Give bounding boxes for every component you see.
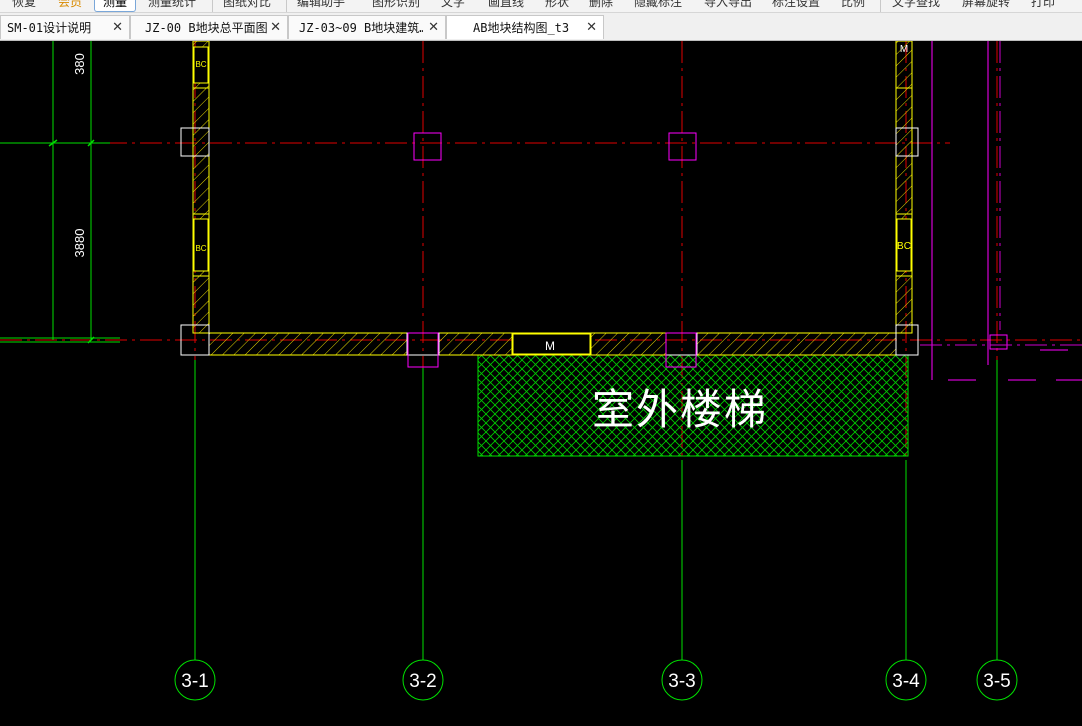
close-icon[interactable]: ✕ bbox=[112, 16, 123, 40]
tab-site-plan[interactable]: JZ-00 B地块总平面图 ✕ bbox=[130, 15, 288, 39]
toolbar-text-search[interactable]: 文字查找 bbox=[892, 0, 940, 11]
toolbar-drawing-compare[interactable]: 图纸对比 bbox=[223, 0, 271, 11]
toolbar-restore[interactable]: 恢复 bbox=[12, 0, 36, 11]
wall-right[interactable] bbox=[895, 41, 913, 334]
wall-bottom[interactable] bbox=[696, 332, 897, 356]
toolbar-separator bbox=[880, 0, 881, 12]
toolbar-scale[interactable]: 比例 bbox=[841, 0, 865, 11]
grid-label: 3-2 bbox=[409, 671, 436, 692]
toolbar-import-export[interactable]: 导入导出 bbox=[704, 0, 752, 11]
grid-label: 3-1 bbox=[181, 671, 208, 692]
toolbar-separator bbox=[286, 0, 287, 12]
wall-tag: BC bbox=[897, 241, 911, 252]
tab-label: AB地块结构图_t3 bbox=[473, 21, 570, 35]
dimension-text: 380 bbox=[72, 53, 87, 75]
toolbar-separator bbox=[212, 0, 213, 12]
main-toolbar: 恢复 会员 测量 测量统计 图纸对比 编辑助手 图形识别 文字 画直线 形状 删… bbox=[0, 0, 1082, 13]
grid-label: 3-4 bbox=[892, 671, 920, 692]
toolbar-shape-recognition[interactable]: 图形识别 bbox=[372, 0, 420, 11]
wall-tag: M bbox=[900, 44, 908, 55]
toolbar-text[interactable]: 文字 bbox=[441, 0, 465, 11]
tab-design-notes[interactable]: SM-01设计说明 ✕ bbox=[0, 15, 130, 39]
tab-structure-active[interactable]: AB地块结构图_t3 ✕ bbox=[446, 15, 604, 39]
toolbar-measure-stats[interactable]: 测量统计 bbox=[148, 0, 196, 11]
toolbar-screen-rotate[interactable]: 屏幕旋转 bbox=[962, 0, 1010, 11]
toolbar-annotation-settings[interactable]: 标注设置 bbox=[772, 0, 820, 11]
close-icon[interactable]: ✕ bbox=[270, 16, 281, 40]
grid-label: 3-3 bbox=[668, 671, 695, 692]
document-tab-bar: SM-01设计说明 ✕ JZ-00 B地块总平面图 ✕ JZ-03~09 B地块… bbox=[0, 13, 1082, 41]
dimension-text: 3880 bbox=[72, 229, 87, 258]
tab-label: JZ-03~09 B地块建筑… bbox=[299, 21, 423, 35]
door-mark: M bbox=[545, 339, 555, 353]
grid-label: 3-5 bbox=[983, 671, 1010, 692]
toolbar-shape[interactable]: 形状 bbox=[545, 0, 569, 11]
toolbar-hide-annotation[interactable]: 隐藏标注 bbox=[634, 0, 682, 11]
close-icon[interactable]: ✕ bbox=[586, 16, 597, 40]
toolbar-draw-line[interactable]: 画直线 bbox=[488, 0, 524, 11]
toolbar-member[interactable]: 会员 bbox=[58, 0, 82, 11]
tab-architecture[interactable]: JZ-03~09 B地块建筑… ✕ bbox=[288, 15, 446, 39]
tab-label: JZ-00 B地块总平面图 bbox=[145, 21, 268, 35]
toolbar-measure[interactable]: 测量 bbox=[94, 0, 137, 12]
stair-label: 室外楼梯 bbox=[592, 385, 768, 434]
toolbar-print[interactable]: 打印 bbox=[1031, 0, 1055, 11]
toolbar-edit-assistant[interactable]: 编辑助手 bbox=[297, 0, 345, 11]
toolbar-delete[interactable]: 删除 bbox=[589, 0, 613, 11]
wall-left[interactable] bbox=[192, 41, 210, 334]
close-icon[interactable]: ✕ bbox=[428, 16, 439, 40]
cad-drawing-canvas[interactable]: 380 3880 室外楼梯 BC BC BC M M 3-1 3-2 3-3 3… bbox=[0, 41, 1082, 726]
wall-tag: BC bbox=[195, 244, 206, 253]
tab-label: SM-01设计说明 bbox=[7, 21, 92, 35]
wall-bottom[interactable] bbox=[208, 332, 408, 356]
wall-tag: BC bbox=[195, 60, 206, 69]
